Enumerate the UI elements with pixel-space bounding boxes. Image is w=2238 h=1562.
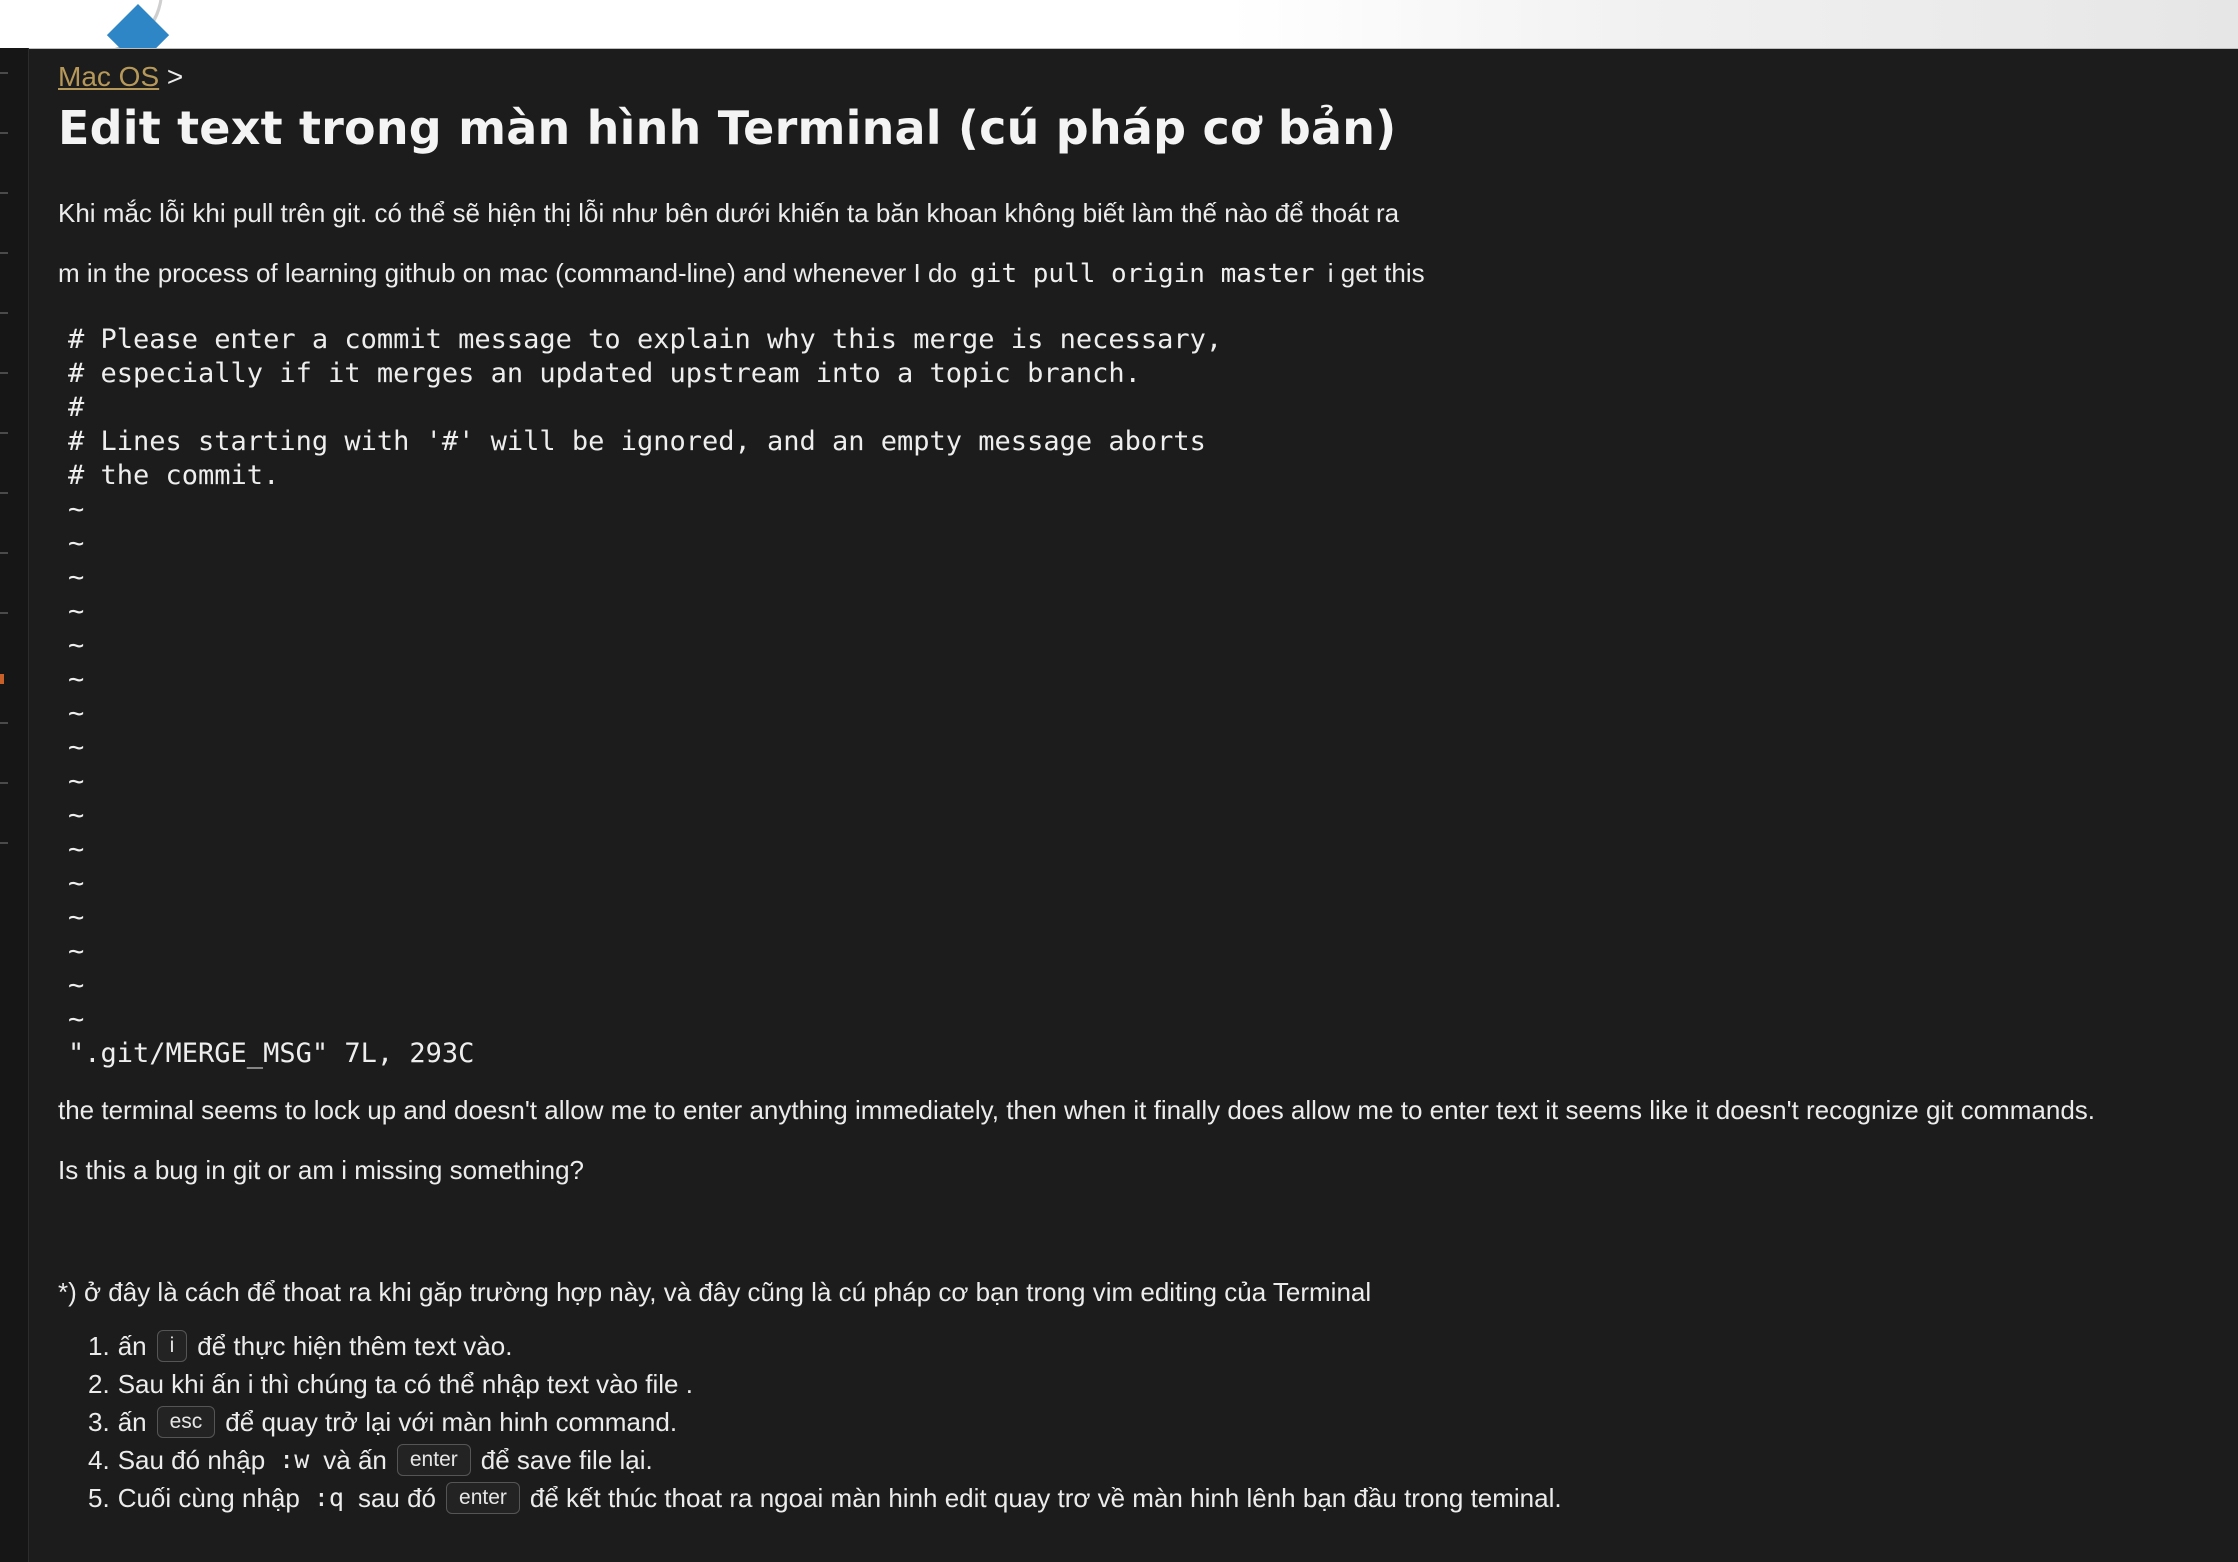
list-item: 3. ấn esc để quay trở lại với màn hinh c…: [88, 1403, 2218, 1441]
gutter-tick: [0, 842, 8, 844]
breadcrumb: Mac OS >: [58, 60, 2218, 94]
gutter-tick: [0, 372, 8, 374]
step-number: 2.: [88, 1369, 110, 1399]
key-i: i: [156, 1330, 188, 1362]
terminal-line: #: [68, 392, 85, 423]
step-text: Sau khi ấn i thì chúng ta có thể nhập te…: [117, 1369, 693, 1399]
lock-paragraph: the terminal seems to lock up and doesn'…: [58, 1095, 2096, 1125]
list-item: 4. Sau đó nhập :w và ấn enter để save fi…: [88, 1441, 2218, 1479]
key-esc: esc: [156, 1406, 216, 1438]
terminal-status-line: ".git/MERGE_MSG" 7L, 293C: [68, 1038, 475, 1069]
gutter-tick: [0, 252, 8, 254]
gutter-tick: [0, 72, 8, 74]
terminal-tilde: ~: [68, 902, 85, 933]
step-text: để quay trở lại với màn hinh command.: [225, 1407, 678, 1437]
step-number: 5.: [88, 1483, 110, 1513]
terminal-tilde: ~: [68, 970, 85, 1001]
terminal-tilde: ~: [68, 698, 85, 729]
gutter-tick: [0, 132, 8, 134]
intro-paragraph: Khi mắc lỗi khi pull trên git. có thể sẽ…: [58, 198, 1400, 228]
step-text: ấn: [117, 1331, 147, 1361]
left-gutter: [0, 48, 29, 1562]
terminal-tilde: ~: [68, 732, 85, 763]
step-text: Cuối cùng nhập: [117, 1483, 300, 1513]
terminal-tilde: ~: [68, 868, 85, 899]
gutter-tick: [0, 432, 8, 434]
list-item: 1. ấn i để thực hiện thêm text vào.: [88, 1327, 2218, 1365]
terminal-tilde: ~: [68, 562, 85, 593]
gutter-marker: [0, 674, 4, 684]
gutter-tick: [0, 552, 8, 554]
gutter-tick: [0, 192, 8, 194]
question-paragraph: m in the process of learning github on m…: [58, 256, 2218, 291]
terminal-tilde: ~: [68, 800, 85, 831]
gutter-tick: [0, 312, 8, 314]
terminal-tilde: ~: [68, 1004, 85, 1035]
bug-paragraph: Is this a bug in git or am i missing som…: [58, 1155, 585, 1185]
terminal-tilde: ~: [68, 528, 85, 559]
step-text: để thực hiện thêm text vào.: [197, 1331, 513, 1361]
terminal-line: # especially if it merges an updated ups…: [68, 358, 1141, 389]
article: Mac OS > Edit text trong màn hình Termin…: [58, 48, 2218, 1517]
terminal-output: # Please enter a commit message to expla…: [68, 323, 2218, 1071]
step-text: để kết thúc thoat ra ngoai màn hinh edit…: [529, 1483, 1562, 1513]
vim-command-write: :w: [279, 1445, 310, 1474]
step-number: 3.: [88, 1407, 110, 1437]
terminal-tilde: ~: [68, 936, 85, 967]
terminal-tilde: ~: [68, 664, 85, 695]
terminal-tilde: ~: [68, 596, 85, 627]
step-number: 1.: [88, 1331, 110, 1361]
step-text: và ấn: [323, 1445, 387, 1475]
browser-top-bar: [0, 0, 2238, 49]
key-enter: enter: [446, 1482, 520, 1514]
key-enter: enter: [396, 1444, 471, 1476]
step-text: Sau đó nhập: [117, 1445, 266, 1475]
inline-code-git-pull: git pull origin master: [970, 259, 1315, 289]
breadcrumb-link-macos[interactable]: Mac OS: [58, 61, 159, 92]
solution-paragraph: *) ở đây là cách để thoat ra khi găp trư…: [58, 1277, 1372, 1307]
list-item: 5. Cuối cùng nhập :q sau đó enter để kết…: [88, 1479, 2218, 1517]
terminal-tilde: ~: [68, 494, 85, 525]
gutter-tick: [0, 782, 8, 784]
breadcrumb-separator: >: [166, 61, 184, 92]
gutter-tick: [0, 492, 8, 494]
step-text: ấn: [117, 1407, 147, 1437]
question-text-before: m in the process of learning github on m…: [58, 258, 957, 288]
steps-list: 1. ấn i để thực hiện thêm text vào. 2. S…: [58, 1327, 2218, 1517]
terminal-line: # the commit.: [68, 460, 280, 491]
step-text: để save file lại.: [480, 1445, 653, 1475]
question-text-after: i get this: [1327, 258, 1425, 288]
gutter-tick: [0, 722, 8, 724]
terminal-line: # Please enter a commit message to expla…: [68, 324, 1223, 355]
terminal-tilde: ~: [68, 834, 85, 865]
terminal-line: # Lines starting with '#' will be ignore…: [68, 426, 1206, 457]
vim-command-quit: :q: [313, 1483, 344, 1512]
gutter-tick: [0, 612, 8, 614]
list-item: 2. Sau khi ấn i thì chúng ta có thể nhập…: [88, 1365, 2218, 1403]
page-title: Edit text trong màn hình Terminal (cú ph…: [58, 101, 1397, 155]
step-text: sau đó: [357, 1483, 437, 1513]
terminal-tilde: ~: [68, 630, 85, 661]
step-number: 4.: [88, 1445, 110, 1475]
terminal-tilde: ~: [68, 766, 85, 797]
